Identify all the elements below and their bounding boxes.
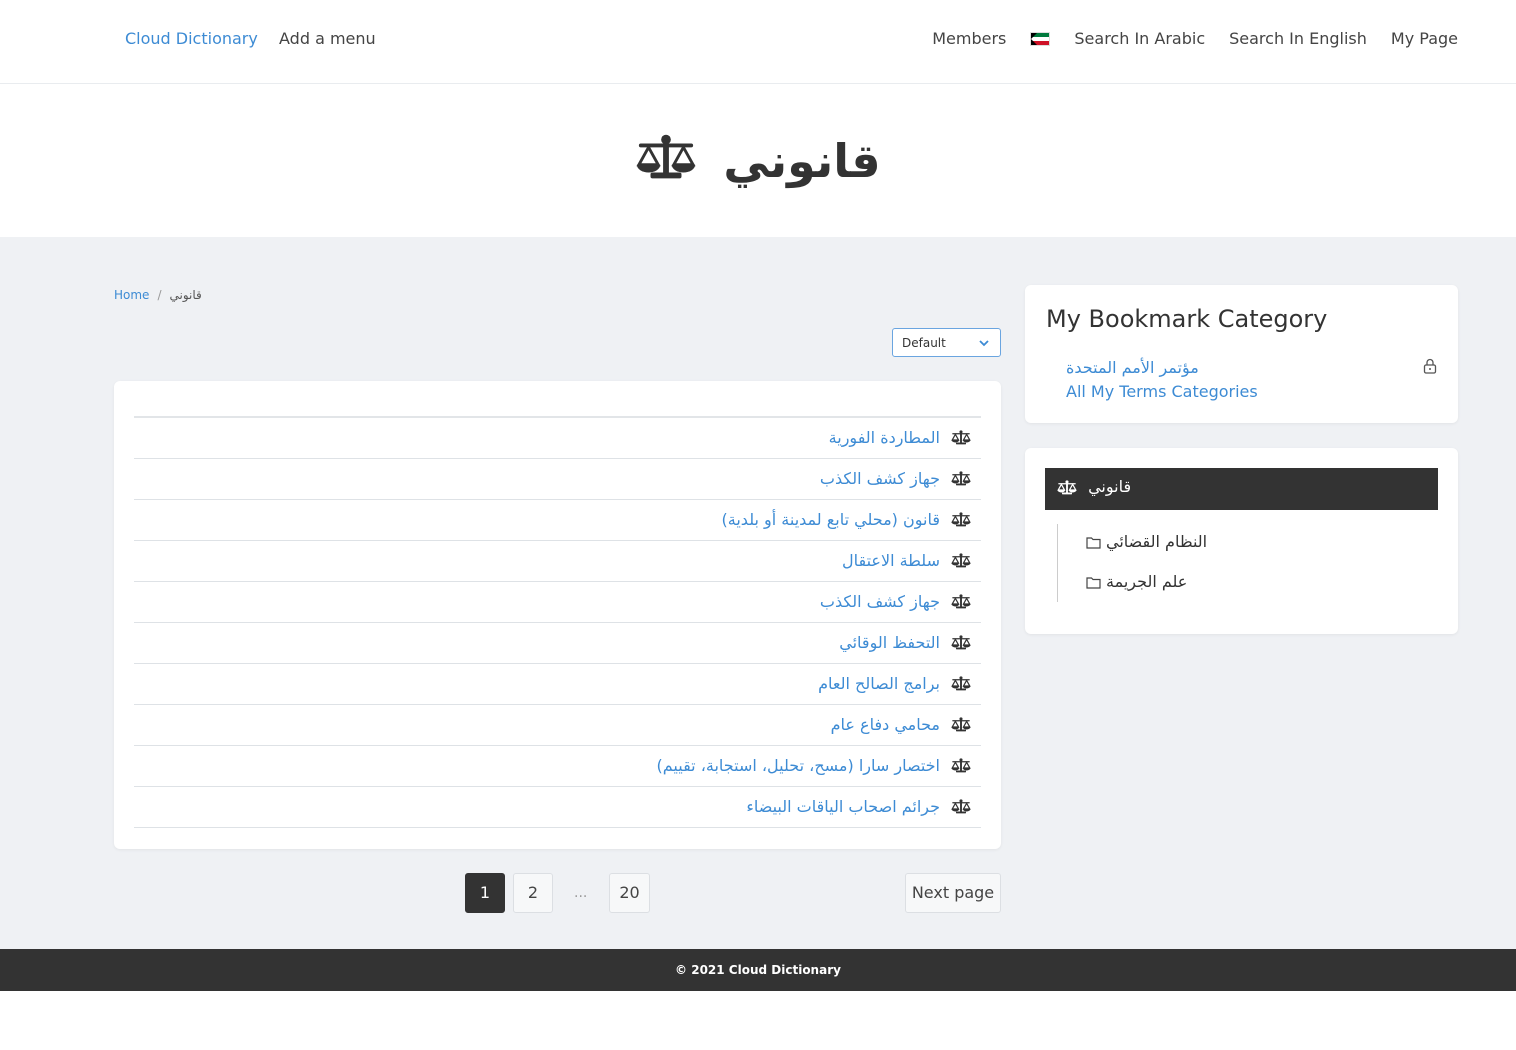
all-terms-categories-link[interactable]: All My Terms Categories [1066, 382, 1258, 401]
balance-scale-icon [951, 676, 971, 695]
next-page-button[interactable]: Next page [905, 873, 1001, 913]
term-link[interactable]: برامج الصالح العام [818, 674, 940, 693]
term-row: برامج الصالح العام [134, 664, 981, 705]
chevron-down-icon [979, 337, 989, 350]
term-link[interactable]: قانون (محلي تابع لمدينة أو بلدية) [722, 510, 940, 529]
bookmark-card-title: My Bookmark Category [1046, 305, 1328, 333]
bookmark-category-card: My Bookmark Category مؤتمر الأمم المتحدة… [1025, 285, 1458, 423]
page-button-20[interactable]: 20 [609, 873, 650, 913]
members-link[interactable]: Members [932, 29, 1006, 48]
balance-scale-icon [951, 430, 971, 449]
balance-scale-icon [951, 799, 971, 818]
term-link[interactable]: اختصار سارا (مسح، تحليل، استجابة، تقييم) [657, 756, 940, 775]
add-menu-link[interactable]: Add a menu [279, 29, 376, 48]
lock-icon[interactable] [1423, 358, 1437, 378]
term-row: قانون (محلي تابع لمدينة أو بلدية) [134, 500, 981, 541]
balance-scale-icon [951, 635, 971, 654]
term-link[interactable]: سلطة الاعتقال [842, 551, 940, 570]
breadcrumb-current: قانوني [169, 288, 202, 302]
category-header-label: قانوني [1088, 477, 1132, 496]
term-row: اختصار سارا (مسح، تحليل، استجابة، تقييم) [134, 746, 981, 787]
page-button-2[interactable]: 2 [513, 873, 553, 913]
nav-right-group: Members Search In Arabic Search In Engli… [908, 29, 1458, 48]
search-english-link[interactable]: Search In English [1229, 29, 1367, 48]
page-title: قانوني [0, 133, 1516, 192]
term-link[interactable]: المطاردة الفورية [829, 428, 940, 447]
breadcrumb-separator: / [157, 288, 162, 302]
page-title-text: قانوني [723, 134, 881, 188]
subcategory-criminology[interactable]: علم الجريمة [1086, 572, 1187, 593]
term-link[interactable]: محامي دفاع عام [831, 715, 940, 734]
bookmark-link-un-conference[interactable]: مؤتمر الأمم المتحدة [1066, 358, 1199, 377]
sort-select[interactable]: Default [892, 328, 1001, 357]
subcategory-judicial-system[interactable]: النظام القضائي [1086, 532, 1207, 553]
term-row: المطاردة الفورية [134, 418, 981, 459]
balance-scale-icon [951, 717, 971, 736]
folder-icon [1086, 534, 1101, 553]
subcategory-label: النظام القضائي [1106, 532, 1208, 551]
category-header[interactable]: قانوني [1045, 468, 1438, 510]
term-row: التحفظ الوقائي [134, 623, 981, 664]
term-row: سلطة الاعتقال [134, 541, 981, 582]
term-row: جهاز كشف الكذب [134, 459, 981, 500]
top-navbar: Cloud Dictionary Add a menu Members Sear… [0, 0, 1516, 84]
breadcrumb-home[interactable]: Home [114, 288, 149, 302]
brand-link[interactable]: Cloud Dictionary [125, 29, 258, 48]
subcategory-label: علم الجريمة [1106, 572, 1188, 591]
tree-line [1057, 524, 1058, 602]
term-link[interactable]: جهاز كشف الكذب [820, 469, 940, 488]
sort-selected-value: Default [902, 336, 946, 350]
folder-icon [1086, 574, 1101, 593]
term-link[interactable]: جهاز كشف الكذب [820, 592, 940, 611]
term-link[interactable]: التحفظ الوقائي [839, 633, 940, 652]
page-button-1[interactable]: 1 [465, 873, 505, 913]
balance-scale-icon [951, 512, 971, 531]
balance-scale-icon [951, 471, 971, 490]
main-content: Home / قانوني Default المطاردة الفورية جهاز… [0, 237, 1516, 949]
footer: © 2021 Cloud Dictionary [0, 949, 1516, 991]
kuwait-flag-icon[interactable] [1030, 31, 1051, 46]
search-arabic-link[interactable]: Search In Arabic [1074, 29, 1205, 48]
balance-scale-icon [951, 594, 971, 613]
term-row: جهاز كشف الكذب [134, 582, 981, 623]
my-page-link[interactable]: My Page [1391, 29, 1458, 48]
term-row: محامي دفاع عام [134, 705, 981, 746]
balance-scale-icon [635, 133, 697, 192]
terms-list-card: المطاردة الفورية جهاز كشف الكذب قانون (محل… [114, 381, 1001, 849]
balance-scale-icon [951, 553, 971, 572]
term-row: جرائم اصحاب الياقات البيضاء [134, 787, 981, 828]
page-ellipsis: ... [574, 885, 588, 901]
footer-copyright: © 2021 Cloud Dictionary [675, 963, 841, 977]
category-tree-card: قانوني النظام القضائي علم الجريمة [1025, 448, 1458, 634]
balance-scale-icon [1057, 480, 1077, 499]
balance-scale-icon [951, 758, 971, 777]
page-header: قانوني [0, 85, 1516, 237]
breadcrumb: Home / قانوني [114, 288, 202, 302]
term-link[interactable]: جرائم اصحاب الياقات البيضاء [746, 797, 940, 816]
